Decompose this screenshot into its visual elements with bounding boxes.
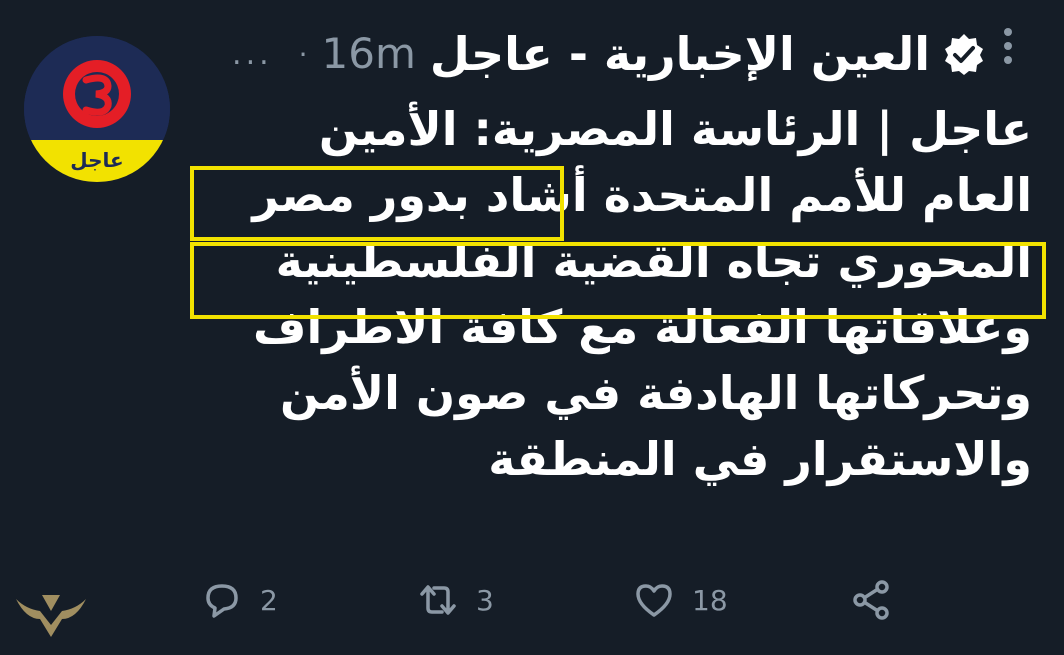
tweet-line-1: عاجل | الرئاسة المصرية: الأمين [318,102,1032,156]
verified-icon [945,34,983,75]
highlight-box-2 [190,242,1046,319]
separator-dot: · [298,37,308,71]
reply-icon [206,584,238,618]
tweet-line-6: والاستقرار في المنطقة [488,432,1032,486]
reply-count: 2 [260,583,278,617]
reply-button[interactable]: 2 [200,578,416,622]
watermark-logo-icon [16,595,86,637]
author-line1: العين الإخبارية - عاجل [429,27,930,81]
highlight-box-1 [190,166,564,241]
tweet-line-5: وتحركاتها الهادفة في صون الأمن [279,366,1032,420]
action-bar: 2 3 18 [200,580,920,620]
like-icon [636,584,672,617]
retweet-button[interactable]: 3 [416,578,632,622]
like-count: 18 [692,583,728,617]
share-icon[interactable] [850,578,894,622]
more-dots: ... [232,36,273,72]
retweet-count: 3 [476,583,494,617]
author-name[interactable]: العين الإخبارية - عاجل [430,26,986,82]
tweet-header: ... · 16m العين الإخبارية - عاجل [232,26,1022,82]
avatar-label: عاجل [70,148,124,172]
more-icon[interactable] [1000,26,1016,82]
retweet-icon [420,585,456,615]
avatar[interactable]: عاجل [24,36,170,182]
like-button[interactable]: 18 [632,578,848,622]
tweet-time[interactable]: 16m [322,26,416,82]
